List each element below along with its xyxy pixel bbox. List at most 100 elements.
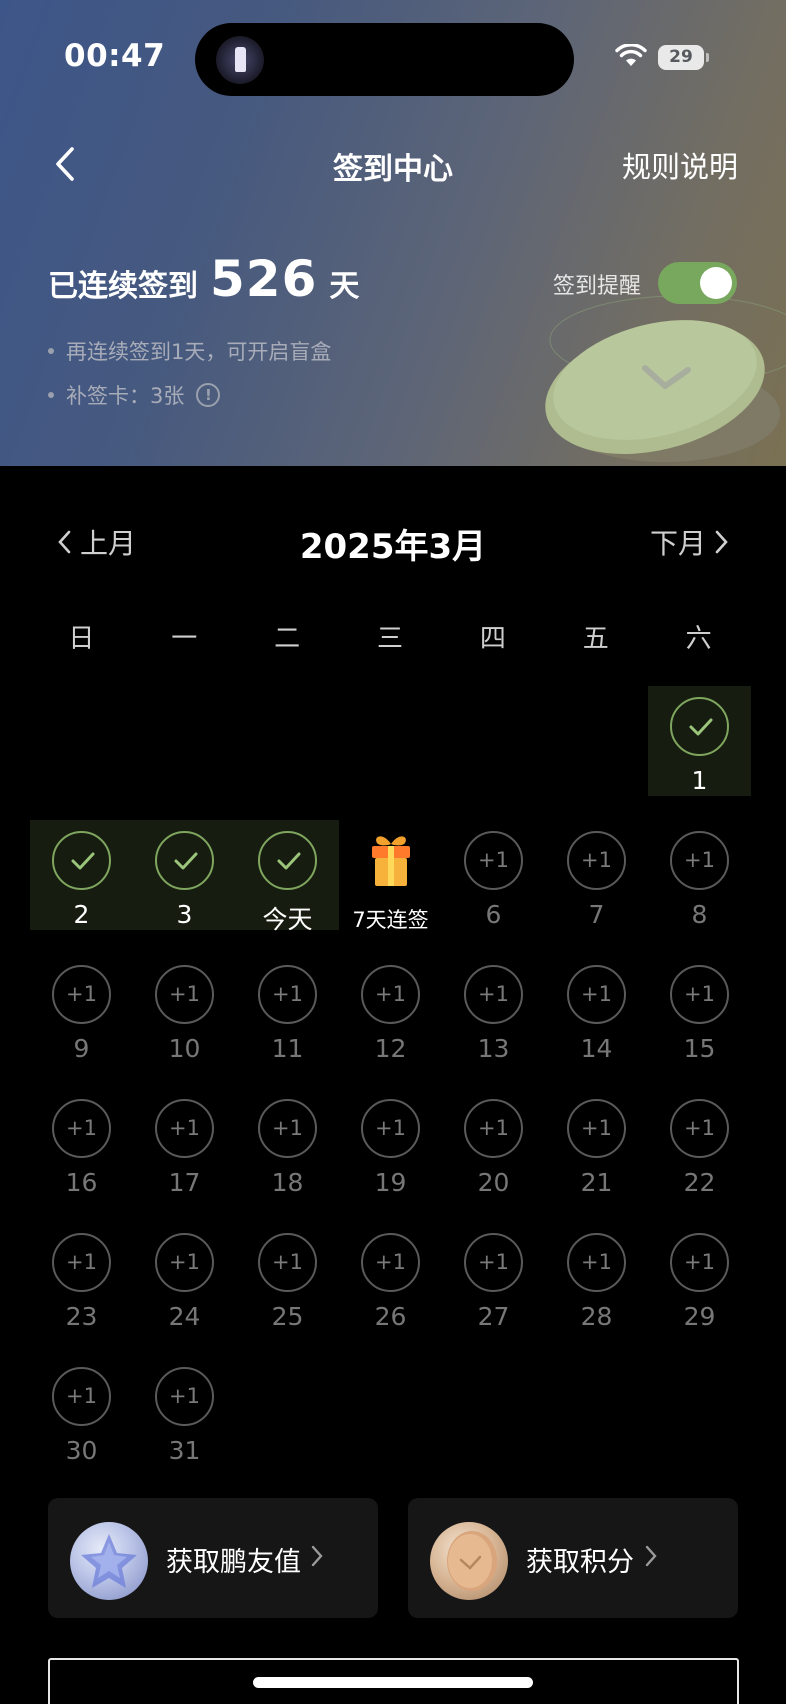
day-label: 12	[374, 1034, 407, 1063]
calendar-day[interactable]: +1 31	[133, 1356, 236, 1490]
day-label: 2	[73, 900, 90, 929]
flashlight-icon	[216, 36, 264, 84]
day-label: 22	[683, 1168, 716, 1197]
checkmark-icon	[155, 831, 214, 890]
battery-indicator: 29	[658, 45, 709, 70]
day-label: 23	[65, 1302, 98, 1331]
calendar-day[interactable]: +1 22	[648, 1088, 751, 1222]
reward-badge: +1	[52, 1233, 111, 1292]
next-month-label: 下月	[649, 527, 706, 560]
calendar-day[interactable]: 1	[648, 686, 751, 796]
reminder-label: 签到提醒	[553, 274, 642, 299]
reward-badge: +1	[361, 1099, 420, 1158]
day-label: 7	[588, 900, 605, 929]
checkmark-glyph	[71, 852, 95, 870]
day-label: 7天连签	[352, 908, 429, 932]
calendar-day[interactable]: +1 17	[133, 1088, 236, 1222]
calendar-day[interactable]: +1 21	[545, 1088, 648, 1222]
day-label: 29	[683, 1302, 716, 1331]
calendar-blank	[236, 686, 339, 820]
calendar-day[interactable]: +1 28	[545, 1222, 648, 1356]
calendar-day[interactable]: 2	[30, 820, 133, 930]
get-points-card[interactable]: 获取积分	[408, 1498, 738, 1618]
checkmark-icon	[258, 831, 317, 890]
weekday-label: 五	[582, 624, 609, 654]
calendar-day[interactable]: +1 16	[30, 1088, 133, 1222]
calendar-blank	[339, 686, 442, 820]
calendar-blank	[442, 686, 545, 820]
bullet-dot	[48, 392, 54, 398]
tip-makeup-card: 补签卡：3张 !	[48, 383, 331, 408]
rules-link[interactable]: 规则说明	[622, 144, 738, 186]
day-label: 11	[271, 1034, 304, 1063]
calendar-day[interactable]: +1 13	[442, 954, 545, 1088]
info-icon[interactable]: !	[196, 383, 221, 407]
calendar-day[interactable]: +1 27	[442, 1222, 545, 1356]
calendar-day[interactable]: +1 10	[133, 954, 236, 1088]
calendar-day[interactable]: 今天	[236, 820, 339, 934]
checkmark-glyph	[689, 718, 713, 736]
day-label: 14	[580, 1034, 613, 1063]
day-label: 17	[168, 1168, 201, 1197]
status-time: 00:47	[64, 38, 166, 74]
tip-blindbox: 再连续签到1天，可开启盲盒	[48, 340, 331, 364]
calendar-day[interactable]: +1 11	[236, 954, 339, 1088]
weekday-label: 六	[685, 624, 712, 654]
day-label: 25	[271, 1302, 304, 1331]
reminder-toggle[interactable]	[658, 262, 737, 304]
reward-badge: +1	[670, 831, 729, 890]
card-label: 获取积分	[526, 1547, 634, 1578]
calendar-day[interactable]: +1 15	[648, 954, 751, 1088]
day-label: 10	[168, 1034, 201, 1063]
day-label: 19	[374, 1168, 407, 1197]
calendar-day[interactable]: +1 25	[236, 1222, 339, 1356]
calendar-day[interactable]: +1 20	[442, 1088, 545, 1222]
reward-badge: +1	[155, 1099, 214, 1158]
calendar-blank	[545, 686, 648, 820]
day-label: 今天	[262, 905, 313, 934]
tip-text: 再连续签到1天，可开启盲盒	[66, 340, 332, 364]
calendar-day[interactable]: 3	[133, 820, 236, 930]
calendar-day[interactable]: +1 18	[236, 1088, 339, 1222]
calendar-day[interactable]: 7天连签	[339, 820, 442, 954]
reward-badge: +1	[52, 965, 111, 1024]
chevron-right-icon	[311, 1545, 323, 1567]
calendar-day[interactable]: +1 14	[545, 954, 648, 1088]
reward-badge: +1	[567, 1233, 626, 1292]
reward-badge: +1	[155, 1233, 214, 1292]
calendar-day[interactable]: +1 23	[30, 1222, 133, 1356]
calendar-day[interactable]: +1 12	[339, 954, 442, 1088]
reward-badge: +1	[567, 831, 626, 890]
weekday-label: 三	[377, 624, 404, 654]
streak-prefix: 已连续签到	[48, 269, 198, 304]
calendar-day[interactable]: +1 29	[648, 1222, 751, 1356]
reward-badge: +1	[361, 965, 420, 1024]
calendar-day[interactable]: +1 9	[30, 954, 133, 1088]
calendar-day[interactable]: +1 7	[545, 820, 648, 954]
calendar-day[interactable]: +1 8	[648, 820, 751, 954]
streak-suffix: 天	[329, 269, 360, 304]
day-label: 16	[65, 1168, 98, 1197]
calendar-grid: 1 2 3 今天 7天连签 +1 6 +1 7 +1 8 +1 9 +1 10 +1 11 +1 12 +1 13 +1 1…	[30, 686, 751, 1490]
card-label: 获取鹏友值	[166, 1547, 301, 1578]
bullet-dot	[48, 348, 54, 354]
checkin-coin-illustration	[545, 295, 786, 462]
weekday-label: 一	[171, 624, 198, 654]
reward-badge: +1	[464, 1099, 523, 1158]
reward-badge: +1	[670, 1099, 729, 1158]
next-month-button[interactable]: 下月	[650, 522, 730, 562]
day-label: 8	[691, 900, 708, 929]
get-friend-value-card[interactable]: 获取鹏友值	[48, 1498, 378, 1618]
streak-summary: 已连续签到 526 天	[48, 250, 359, 308]
calendar-day[interactable]: +1 30	[30, 1356, 133, 1490]
chevron-right-icon	[715, 530, 728, 554]
streak-days: 526	[210, 250, 318, 308]
calendar-day[interactable]: +1 26	[339, 1222, 442, 1356]
calendar-day[interactable]: +1 6	[442, 820, 545, 954]
calendar-day[interactable]: +1 19	[339, 1088, 442, 1222]
calendar-day[interactable]: +1 24	[133, 1222, 236, 1356]
home-indicator	[253, 1677, 533, 1688]
day-label: 28	[580, 1302, 613, 1331]
day-label: 6	[485, 900, 502, 929]
dynamic-island	[195, 23, 574, 96]
